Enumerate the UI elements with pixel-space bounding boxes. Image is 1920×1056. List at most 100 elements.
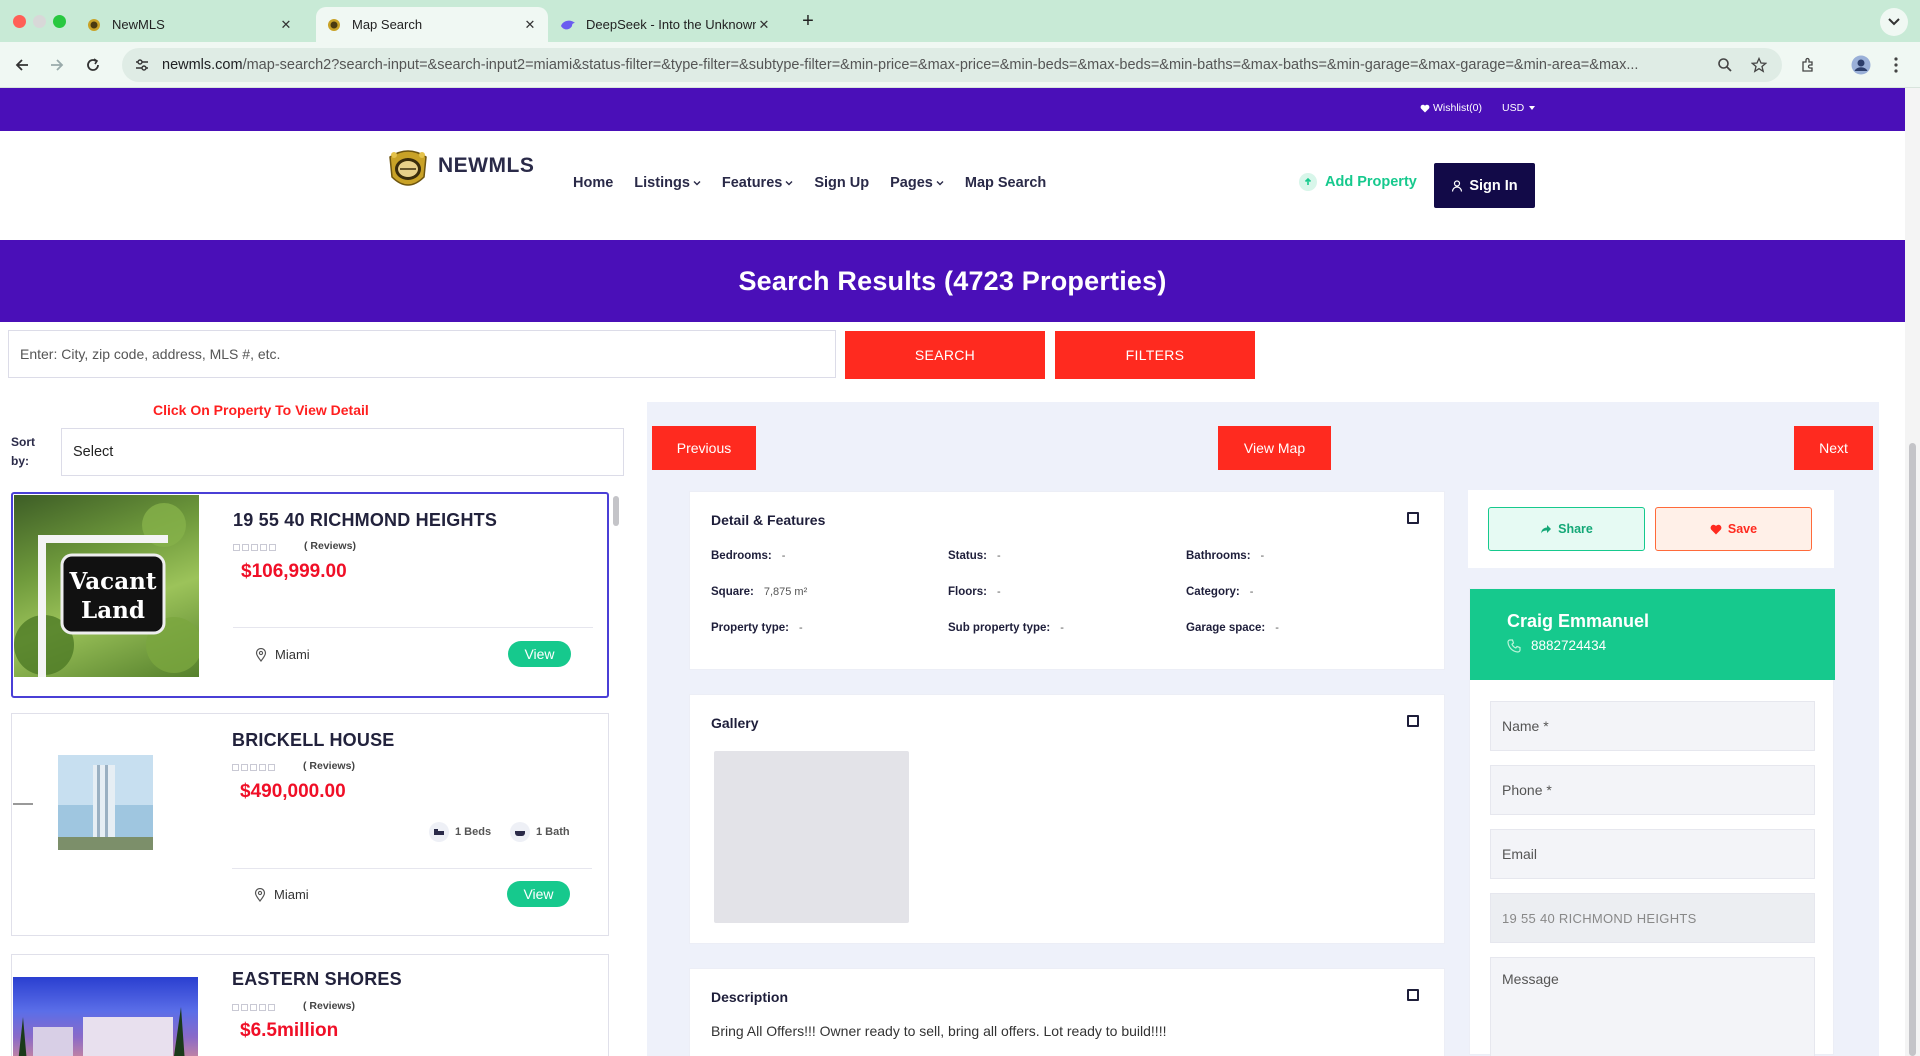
currency-selector[interactable]: USD — [1502, 102, 1536, 114]
description-box: Description Bring All Offers!!! Owner re… — [689, 968, 1445, 1056]
site-logo[interactable]: NEWMLS — [386, 147, 534, 193]
tab-close-icon[interactable]: ✕ — [522, 17, 538, 33]
browser-menu-icon[interactable] — [1884, 53, 1908, 77]
message-placeholder: Message — [1502, 971, 1559, 987]
property-card[interactable]: BRICKELL HOUSE ( Reviews) $490,000.00 1 … — [11, 713, 609, 936]
site-header: NEWMLS Home Listings Features Sign Up Pa… — [0, 131, 1905, 240]
previous-label: Previous — [676, 440, 732, 456]
heart-icon — [1420, 104, 1430, 112]
listing-scrollbar[interactable] — [613, 496, 619, 526]
browser-tab-deepseek[interactable]: DeepSeek - Into the Unknown ✕ — [550, 7, 782, 42]
filters-button[interactable]: FILTERS — [1055, 331, 1255, 379]
location-label: Miami — [275, 647, 310, 662]
bathtub-icon — [510, 822, 530, 842]
save-label: Save — [1727, 522, 1758, 536]
tab-close-icon[interactable]: ✕ — [278, 17, 294, 33]
nav-sign-up[interactable]: Sign Up — [814, 175, 869, 191]
profile-avatar[interactable] — [1849, 53, 1873, 77]
phone-field[interactable]: Phone * — [1490, 765, 1815, 815]
nav-pages[interactable]: Pages — [890, 175, 944, 191]
add-property-button[interactable]: Add Property — [1299, 173, 1417, 191]
sort-select[interactable]: Select — [61, 428, 624, 476]
feature-status: Status: - — [948, 550, 1001, 562]
search-placeholder: Enter: City, zip code, address, MLS #, e… — [20, 346, 281, 362]
next-button[interactable]: Next — [1794, 426, 1873, 470]
message-field[interactable]: Message — [1490, 957, 1815, 1056]
save-button[interactable]: Save — [1655, 507, 1812, 551]
browser-tab-newmls[interactable]: NewMLS ✕ — [76, 7, 304, 42]
property-thumbnail[interactable] — [13, 715, 198, 897]
site-info-icon[interactable] — [128, 51, 156, 79]
property-field-value: 19 55 40 RICHMOND HEIGHTS — [1502, 910, 1697, 926]
search-button[interactable]: SEARCH — [845, 331, 1045, 379]
feature-sub-property-type: Sub property type: - — [948, 622, 1064, 634]
window-minimize-button[interactable] — [33, 15, 46, 28]
nav-map-search[interactable]: Map Search — [965, 175, 1046, 191]
property-field[interactable]: 19 55 40 RICHMOND HEIGHTS — [1490, 893, 1815, 943]
window-zoom-button[interactable] — [53, 15, 66, 28]
map-pin-icon — [254, 887, 266, 902]
reload-button[interactable] — [80, 52, 106, 78]
agent-phone[interactable]: 8882724434 — [1507, 638, 1606, 653]
newmls-crest-icon — [389, 150, 427, 186]
forward-button[interactable] — [44, 52, 70, 78]
feature-bedrooms: Bedrooms: - — [711, 550, 786, 562]
zoom-icon[interactable] — [1714, 54, 1736, 76]
url-path: /map-search2?search-input=&search-input2… — [242, 57, 1639, 73]
phone-placeholder: Phone * — [1502, 782, 1552, 798]
property-card[interactable]: EASTERN SHORES ( Reviews) $6.5million — [11, 954, 609, 1056]
rating-stars — [232, 764, 275, 771]
window-close-button[interactable] — [13, 15, 26, 28]
nav-listings[interactable]: Listings — [634, 175, 701, 191]
gallery-image-placeholder[interactable] — [714, 751, 909, 923]
address-url: newmls.com/map-search2?search-input=&sea… — [162, 57, 1702, 73]
new-tab-button[interactable]: + — [796, 10, 820, 34]
currency-label: USD — [1502, 102, 1525, 114]
bookmark-star-icon[interactable] — [1748, 54, 1770, 76]
vacant-land-sign-image: Vacant Land — [14, 503, 199, 677]
property-title[interactable]: BRICKELL HOUSE — [232, 730, 394, 751]
property-thumbnail[interactable] — [13, 977, 198, 1056]
chevron-down-icon — [785, 181, 793, 186]
collapse-toggle-icon[interactable] — [1407, 715, 1419, 727]
share-button[interactable]: Share — [1488, 507, 1645, 551]
email-field[interactable]: Email — [1490, 829, 1815, 879]
property-thumbnail[interactable]: Vacant Land — [14, 495, 199, 677]
tab-search-button[interactable] — [1880, 8, 1908, 36]
back-button[interactable] — [9, 52, 35, 78]
caret-down-icon — [1529, 106, 1536, 110]
browser-tab-map-search[interactable]: Map Search ✕ — [316, 7, 548, 42]
address-bar[interactable]: newmls.com/map-search2?search-input=&sea… — [122, 48, 1782, 82]
page-scrollbar-thumb[interactable] — [1909, 443, 1916, 1056]
name-field[interactable]: Name * — [1490, 701, 1815, 751]
property-card[interactable]: Vacant Land 19 55 40 RICHMOND HEIGHTS ( … — [11, 492, 609, 698]
share-label: Share — [1558, 522, 1593, 536]
view-map-button[interactable]: View Map — [1218, 426, 1331, 470]
search-input[interactable]: Enter: City, zip code, address, MLS #, e… — [8, 330, 836, 378]
sign-in-button[interactable]: Sign In — [1434, 163, 1535, 208]
collapse-toggle-icon[interactable] — [1407, 512, 1419, 524]
features-box: Detail & Features Bedrooms: - Status: - Ba… — [689, 491, 1445, 670]
brand-name: NEWMLS — [438, 154, 535, 177]
tab-title: Map Search — [352, 17, 423, 32]
tower-building-image — [13, 755, 153, 850]
property-price: $106,999.00 — [241, 561, 347, 582]
property-title[interactable]: EASTERN SHORES — [232, 969, 402, 990]
tab-close-icon[interactable]: ✕ — [756, 17, 772, 33]
tab-title: DeepSeek - Into the Unknown — [586, 17, 756, 32]
beds-label: 1 Beds — [455, 826, 492, 838]
reviews-count: ( Reviews) — [304, 540, 356, 552]
view-button[interactable]: View — [507, 881, 570, 907]
previous-button[interactable]: Previous — [652, 426, 756, 470]
nav-features[interactable]: Features — [722, 175, 793, 191]
page-scrollbar[interactable] — [1905, 88, 1920, 1056]
extensions-icon[interactable] — [1796, 53, 1820, 77]
wishlist-link[interactable]: Wishlist(0) — [1420, 102, 1482, 114]
collapse-toggle-icon[interactable] — [1407, 989, 1419, 1001]
nav-home[interactable]: Home — [573, 175, 613, 191]
sort-label: Sort by: — [11, 435, 35, 468]
view-button[interactable]: View — [508, 641, 571, 667]
features-heading: Detail & Features — [711, 512, 826, 528]
property-title[interactable]: 19 55 40 RICHMOND HEIGHTS — [233, 510, 497, 531]
agent-name[interactable]: Craig Emmanuel — [1507, 611, 1649, 632]
